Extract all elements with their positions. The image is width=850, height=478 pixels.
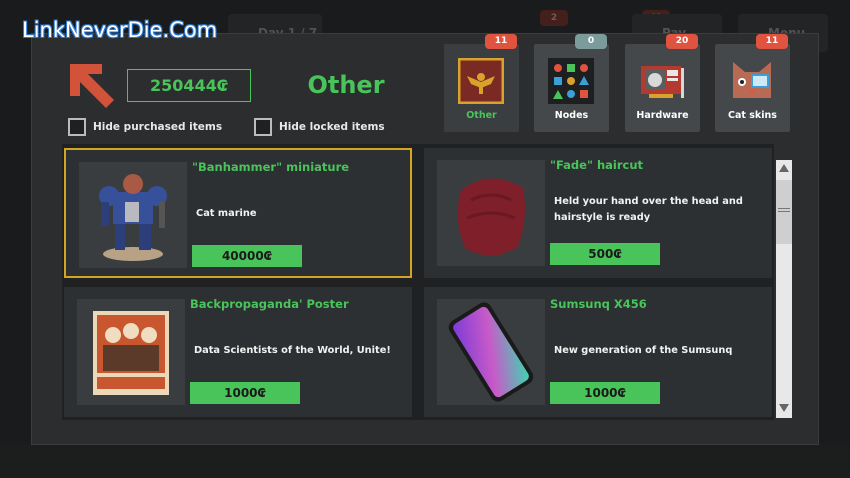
tab-other[interactable]: 11 Other — [444, 34, 519, 132]
buy-button[interactable]: 40000₢ — [192, 245, 302, 267]
hide-locked-filter[interactable]: Hide locked items — [254, 117, 385, 137]
item-card-poster[interactable]: Backpropaganda' Poster Data Scientists o… — [64, 287, 412, 417]
item-description: Data Scientists of the World, Unite! — [194, 345, 391, 356]
hide-purchased-filter[interactable]: Hide purchased items — [68, 117, 222, 137]
watermark-logo: LinkNeverDie.Com — [22, 18, 218, 42]
tab-hardware-badge: 20 — [666, 34, 698, 49]
item-name: "Banhammer" miniature — [192, 160, 350, 174]
tab-hardware-label: Hardware — [636, 110, 689, 121]
hide-purchased-label: Hide purchased items — [93, 121, 223, 133]
item-name: "Fade" haircut — [550, 158, 644, 172]
miniature-figure-image — [79, 162, 187, 268]
item-card-sumsunq[interactable]: Sumsunq X456 New generation of the Sumsu… — [424, 287, 772, 417]
tab-cat-skins-label: Cat skins — [728, 110, 777, 121]
tab-hardware[interactable]: 20 Hardware — [625, 34, 700, 132]
shop-panel: 250444₢ Other Hide purchased items Hide … — [32, 34, 818, 444]
tab-cat-skins-badge: 11 — [756, 34, 788, 49]
scroll-grip-line — [778, 211, 790, 212]
buy-button[interactable]: 1000₢ — [190, 382, 300, 404]
item-description: Held your hand over the head and hairsty… — [554, 196, 743, 223]
item-name: Backpropaganda' Poster — [190, 297, 349, 311]
section-title: Other — [307, 71, 385, 99]
tab-cat-skins[interactable]: 11 Cat skins — [715, 34, 790, 132]
tab-nodes-badge: 0 — [575, 34, 607, 49]
item-list-scrollbar[interactable] — [776, 160, 792, 418]
scroll-down-icon[interactable] — [779, 404, 789, 412]
nodes-icon — [548, 58, 594, 104]
gpu-icon — [641, 66, 684, 98]
tab-other-label: Other — [466, 110, 497, 121]
item-description: New generation of the Sumsunq — [554, 345, 733, 356]
back-arrow-icon[interactable] — [68, 62, 118, 112]
smartphone-image — [437, 299, 545, 405]
scroll-up-icon[interactable] — [779, 164, 789, 172]
scroll-thumb[interactable] — [776, 180, 792, 244]
hide-locked-label: Hide locked items — [279, 121, 385, 133]
tab-other-badge: 11 — [485, 34, 517, 49]
hide-purchased-checkbox[interactable] — [68, 118, 86, 136]
hide-locked-checkbox[interactable] — [254, 118, 272, 136]
item-name: Sumsunq X456 — [550, 297, 647, 311]
tab-nodes-label: Nodes — [554, 110, 589, 121]
buy-button[interactable]: 1000₢ — [550, 382, 660, 404]
item-description: Cat marine — [196, 208, 257, 219]
money-balance: 250444₢ — [127, 69, 251, 102]
cat-face-icon — [733, 62, 771, 98]
scroll-grip-line — [778, 208, 790, 209]
poster-image — [77, 299, 185, 405]
item-card-fade-haircut[interactable]: "Fade" haircut Held your hand over the h… — [424, 148, 772, 278]
buy-button[interactable]: 500₢ — [550, 243, 660, 265]
tab-nodes[interactable]: 0 Nodes — [534, 34, 609, 132]
crest-icon — [458, 58, 504, 104]
item-card-banhammer[interactable]: "Banhammer" miniature Cat marine 40000₢ — [64, 148, 412, 278]
haircut-image — [437, 160, 545, 266]
item-list: "Banhammer" miniature Cat marine 40000₢ … — [62, 144, 774, 420]
